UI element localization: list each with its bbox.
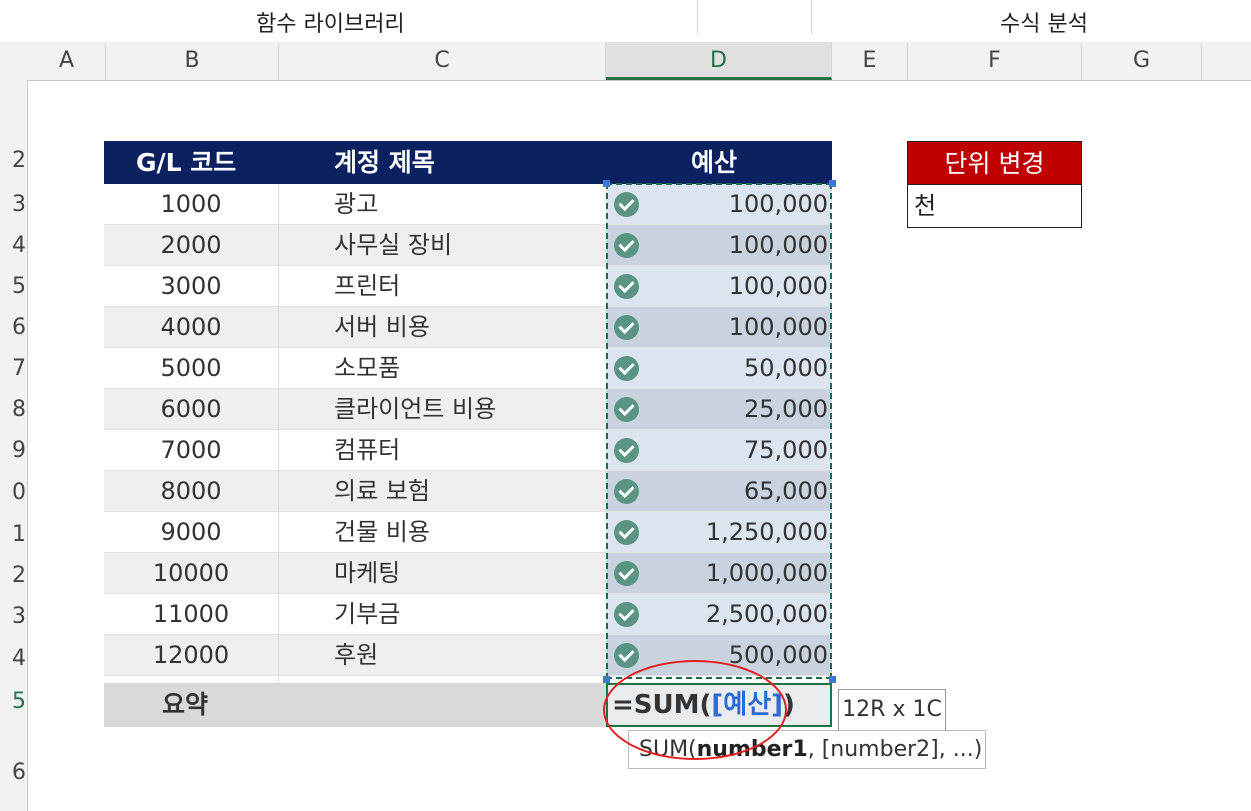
row-header[interactable]: 6: [0, 760, 26, 785]
ribbon-separator: [811, 0, 812, 34]
cell-account-title[interactable]: 의료 보험: [334, 471, 430, 512]
cell-gl-code[interactable]: 11000: [104, 594, 278, 635]
summary-label[interactable]: 요약: [162, 683, 208, 727]
cell-gl-code[interactable]: 4000: [104, 307, 278, 348]
header-account-title[interactable]: 계정 제목: [334, 141, 435, 184]
row-header[interactable]: 0: [0, 480, 26, 505]
cell-gl-code[interactable]: 7000: [104, 430, 278, 471]
row-header[interactable]: 2: [0, 563, 26, 588]
row-header[interactable]: 7: [0, 356, 26, 381]
tooltip-remaining-arguments: , [number2], ...): [807, 737, 983, 762]
row-header[interactable]: 2: [0, 148, 26, 173]
cell-account-title[interactable]: 건물 비용: [334, 512, 430, 553]
selection-handle[interactable]: [603, 180, 610, 187]
row-header[interactable]: 5: [0, 274, 26, 299]
column-header-a[interactable]: A: [28, 42, 106, 80]
cell-account-title[interactable]: 광고: [334, 184, 378, 225]
cell-account-title[interactable]: 마케팅: [334, 553, 400, 594]
row-header-active[interactable]: 5: [0, 689, 26, 714]
column-header-g[interactable]: G: [1082, 42, 1202, 80]
row-header[interactable]: 9: [0, 438, 26, 463]
table-header-row: G/L 코드 계정 제목 예산: [104, 141, 832, 184]
cell-gl-code[interactable]: 5000: [104, 348, 278, 389]
cell-gl-code[interactable]: 2000: [104, 225, 278, 266]
header-budget[interactable]: 예산: [691, 141, 737, 184]
unit-change-value[interactable]: 천: [907, 185, 1082, 228]
column-header-d[interactable]: D: [606, 42, 832, 80]
cell-account-title[interactable]: 소모품: [334, 348, 400, 389]
column-header-e[interactable]: E: [832, 42, 908, 80]
selection-handle[interactable]: [603, 676, 610, 683]
selection-handle[interactable]: [829, 676, 836, 683]
unit-change-header[interactable]: 단위 변경: [907, 141, 1082, 185]
ribbon-separator: [697, 0, 698, 34]
column-divider: [278, 184, 279, 683]
row-header[interactable]: 3: [0, 192, 26, 217]
selection-marquee: [606, 183, 832, 679]
cell-gl-code[interactable]: 10000: [104, 553, 278, 594]
column-header-b[interactable]: B: [106, 42, 279, 80]
row-header[interactable]: 6: [0, 315, 26, 340]
column-header-f[interactable]: F: [908, 42, 1082, 80]
cell-account-title[interactable]: 클라이언트 비용: [334, 389, 496, 430]
cell-gl-code[interactable]: 1000: [104, 184, 278, 225]
column-header-bar: A B C D E F G: [0, 42, 1251, 81]
row-header[interactable]: 1: [0, 522, 26, 547]
ribbon-group-formula-auditing[interactable]: 수식 분석: [1000, 6, 1088, 38]
ribbon-strip: 함수 라이브러리 수식 분석: [0, 0, 1251, 43]
row-header[interactable]: 3: [0, 604, 26, 629]
row-header[interactable]: 4: [0, 646, 26, 671]
cell-gl-code[interactable]: 6000: [104, 389, 278, 430]
column-header-c[interactable]: C: [279, 42, 606, 80]
header-gl-code[interactable]: G/L 코드: [136, 141, 236, 184]
ribbon-group-function-library[interactable]: 함수 라이브러리: [256, 6, 405, 38]
cell-gl-code[interactable]: 12000: [104, 635, 278, 676]
cell-gl-code[interactable]: 3000: [104, 266, 278, 307]
cell-account-title[interactable]: 사무실 장비: [334, 225, 452, 266]
row-header-bar: 2 3 4 5 6 7 8 9 0 1 2 3 4 5 6: [0, 80, 28, 811]
cell-account-title[interactable]: 컴퓨터: [334, 430, 400, 471]
cell-account-title[interactable]: 프린터: [334, 266, 400, 307]
cell-gl-code[interactable]: 8000: [104, 471, 278, 512]
cell-account-title[interactable]: 후원: [334, 635, 378, 676]
cell-gl-code[interactable]: 9000: [104, 512, 278, 553]
cell-account-title[interactable]: 서버 비용: [334, 307, 430, 348]
annotation-ellipse: [603, 660, 787, 760]
cell-account-title[interactable]: 기부금: [334, 594, 400, 635]
selection-handle[interactable]: [829, 180, 836, 187]
row-header[interactable]: 8: [0, 397, 26, 422]
row-header[interactable]: 4: [0, 233, 26, 258]
range-dimension-tooltip: 12R x 1C: [838, 689, 946, 731]
